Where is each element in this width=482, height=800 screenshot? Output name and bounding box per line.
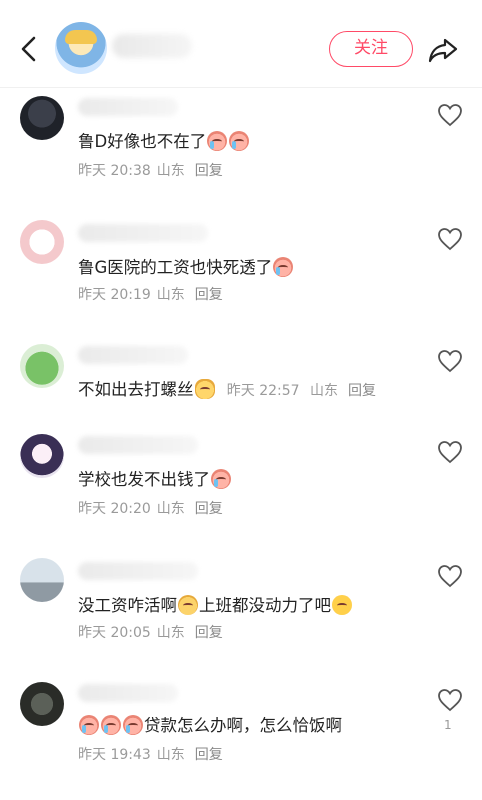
emoji-icon xyxy=(123,715,143,735)
emoji-icon xyxy=(178,595,198,615)
comment-text: 贷款怎么办啊，怎么恰饭啊 xyxy=(78,712,342,736)
comment-meta: 昨天 19:43 山东 回复 xyxy=(78,747,223,763)
top-bar: 关注 xyxy=(0,0,482,88)
back-arrow-icon[interactable] xyxy=(16,34,42,64)
reply-button[interactable]: 回复 xyxy=(195,287,223,303)
commenter-avatar[interactable] xyxy=(20,682,64,726)
comment-text: 鲁D好像也不在了 xyxy=(78,128,250,152)
comment-text: 不如出去打螺丝 昨天 22:57 山东 回复 xyxy=(78,379,376,399)
commenter-name-blurred[interactable] xyxy=(78,684,178,702)
reply-button[interactable]: 回复 xyxy=(195,747,223,763)
reply-button[interactable]: 回复 xyxy=(195,501,223,517)
emoji-icon xyxy=(194,379,215,399)
comment-item: 贷款怎么办啊，怎么恰饭啊 昨天 19:43 山东 回复 1 xyxy=(0,682,482,782)
commenter-avatar[interactable] xyxy=(20,558,64,602)
follow-button[interactable]: 关注 xyxy=(329,31,413,67)
comment-item: 不如出去打螺丝 昨天 22:57 山东 回复 xyxy=(0,344,482,424)
comment-text: 学校也发不出钱了 xyxy=(78,466,232,490)
comment-item: 学校也发不出钱了 昨天 20:20 山东 回复 xyxy=(0,434,482,534)
commenter-name-blurred[interactable] xyxy=(78,346,188,364)
heart-icon[interactable] xyxy=(437,103,463,127)
comment-meta: 昨天 20:05 山东 回复 xyxy=(78,625,223,641)
commenter-name-blurred[interactable] xyxy=(78,224,208,242)
commenter-avatar[interactable] xyxy=(20,220,64,264)
commenter-name-blurred[interactable] xyxy=(78,562,198,580)
emoji-icon xyxy=(332,595,352,615)
commenter-avatar[interactable] xyxy=(20,96,64,140)
commenter-name-blurred[interactable] xyxy=(78,436,198,454)
reply-button[interactable]: 回复 xyxy=(195,163,223,179)
emoji-icon xyxy=(273,257,294,277)
emoji-icon xyxy=(207,131,228,151)
heart-icon[interactable] xyxy=(437,564,463,588)
comment-item: 鲁G医院的工资也快死透了 昨天 20:19 山东 回复 xyxy=(0,220,482,330)
commenter-avatar[interactable] xyxy=(20,344,64,388)
comment-meta: 昨天 20:38 山东 回复 xyxy=(78,163,223,179)
emoji-icon xyxy=(79,715,99,735)
reply-button[interactable]: 回复 xyxy=(348,383,376,399)
author-avatar[interactable] xyxy=(55,22,107,74)
emoji-icon xyxy=(229,131,250,151)
like-count: 1 xyxy=(444,718,452,732)
author-name-blurred[interactable] xyxy=(112,34,192,58)
heart-icon[interactable] xyxy=(437,440,463,464)
comment-item: 没工资咋活啊 上班都没动力了吧 昨天 20:05 山东 回复 xyxy=(0,558,482,658)
commenter-name-blurred[interactable] xyxy=(78,98,178,116)
comment-text: 没工资咋活啊 上班都没动力了吧 xyxy=(78,592,353,616)
comment-item: 鲁D好像也不在了 昨天 20:38 山东 回复 xyxy=(0,96,482,206)
comment-meta: 昨天 20:19 山东 回复 xyxy=(78,287,223,303)
header-divider xyxy=(0,87,482,88)
comment-meta: 昨天 20:20 山东 回复 xyxy=(78,501,223,517)
commenter-avatar[interactable] xyxy=(20,434,64,478)
heart-icon[interactable] xyxy=(437,349,463,373)
share-icon[interactable] xyxy=(427,35,459,65)
emoji-icon xyxy=(101,715,121,735)
heart-icon[interactable] xyxy=(437,227,463,251)
emoji-icon xyxy=(211,469,231,489)
reply-button[interactable]: 回复 xyxy=(195,625,223,641)
heart-icon[interactable] xyxy=(437,688,463,712)
comment-text: 鲁G医院的工资也快死透了 xyxy=(78,254,294,278)
